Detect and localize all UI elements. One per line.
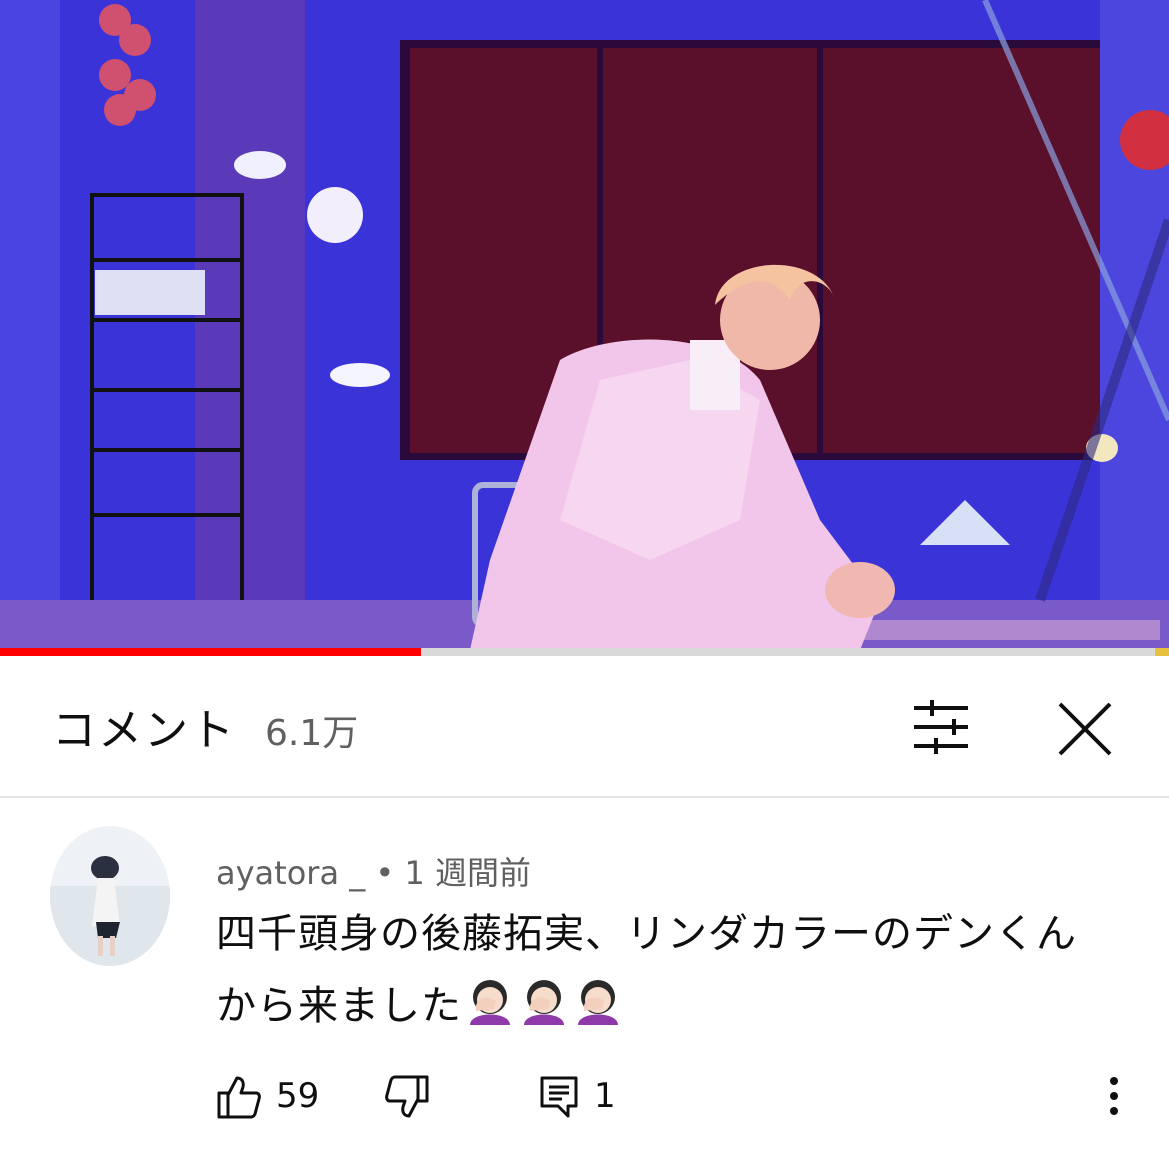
comment-body: 四千頭身の後藤拓実、リンダカラーのデンくん から来ました	[216, 898, 1136, 1048]
face-palm-woman-icon	[524, 980, 564, 1025]
comment-meta: ayatora _ • 1 週間前	[216, 848, 531, 894]
like-count: 59	[276, 1076, 320, 1116]
video-frame	[0, 0, 1169, 650]
more-vert-icon[interactable]	[1098, 1074, 1130, 1120]
close-icon[interactable]	[1052, 696, 1118, 762]
face-palm-woman-icon	[470, 980, 510, 1025]
video-player[interactable]	[0, 0, 1169, 650]
thumbs-down-icon	[385, 1075, 429, 1118]
comment-text-line2: から来ました	[216, 983, 462, 1029]
reply-count: 1	[594, 1076, 616, 1116]
video-progress-end	[1155, 648, 1169, 656]
comments-count: 6.1万	[265, 713, 359, 754]
video-progress-played	[0, 648, 421, 656]
comments-title: コメント	[52, 705, 236, 756]
comment-author[interactable]: ayatora _	[216, 854, 365, 892]
filter-sliders-icon[interactable]	[910, 696, 972, 758]
comment-time[interactable]: 1 週間前	[404, 854, 531, 892]
like-button[interactable]	[216, 1074, 262, 1120]
meta-separator: •	[375, 854, 395, 892]
thumbs-up-icon	[217, 1076, 261, 1119]
reply-comment-icon	[540, 1076, 578, 1118]
face-palm-woman-icon	[578, 980, 618, 1025]
comment-text-line1: 四千頭身の後藤拓実、リンダカラーのデンくん	[216, 911, 1077, 957]
emoji-group	[462, 973, 624, 1048]
video-progress-bar[interactable]	[0, 648, 1169, 656]
avatar[interactable]	[50, 826, 170, 966]
reply-button[interactable]	[538, 1074, 580, 1120]
comments-header: コメント 6.1万	[0, 656, 1169, 798]
dislike-button[interactable]	[384, 1074, 430, 1120]
